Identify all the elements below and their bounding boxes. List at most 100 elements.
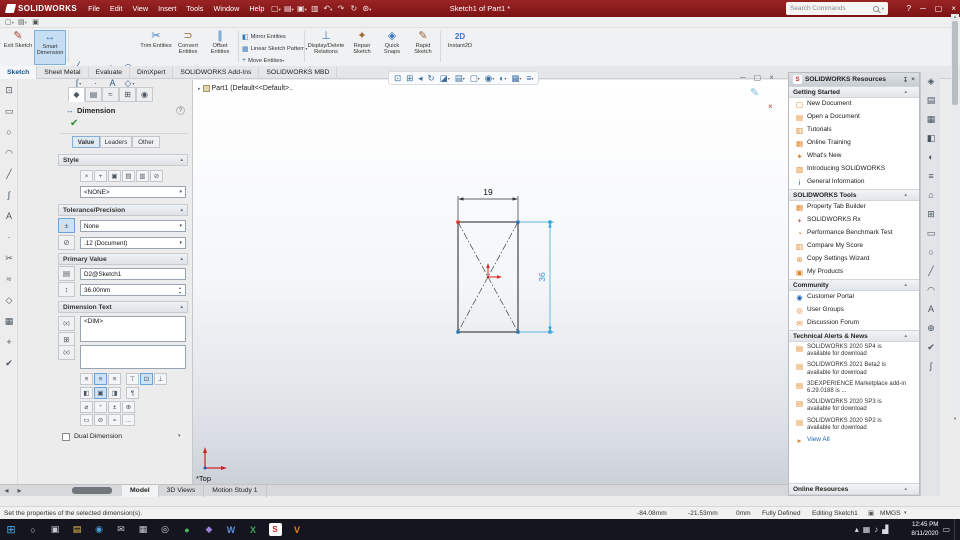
edit-appearance-icon[interactable]: ◐ ▾ <box>497 72 508 84</box>
menu-view[interactable]: View <box>127 0 153 17</box>
dimension-handle[interactable] <box>548 220 552 224</box>
minimize-button[interactable]: ─ <box>920 0 926 17</box>
network-tray-icon[interactable]: ▟ <box>882 525 888 534</box>
text-position-right-button[interactable]: ◨ <box>108 387 121 399</box>
design-library-icon[interactable]: ▤ <box>921 91 941 110</box>
sketch-vertex[interactable] <box>456 330 460 334</box>
spline-icon[interactable]: ∫ <box>0 185 18 206</box>
tab-dimxpert[interactable]: DimXpert <box>130 66 174 79</box>
view-settings-icon[interactable]: ≡ ▾ <box>524 72 535 84</box>
diameter-symbol-button[interactable]: ⌀ <box>80 401 93 413</box>
excel-taskbar-icon[interactable]: X <box>242 519 264 540</box>
sketch-canvas[interactable]: 19 36 <box>430 175 570 345</box>
circle-icon[interactable]: ○ <box>0 122 18 143</box>
tab-sketch[interactable]: Sketch <box>0 66 38 79</box>
style-add-favorite-button[interactable]: + <box>94 170 107 182</box>
appearances-icon[interactable]: ◐ <box>921 148 941 167</box>
spotify-taskbar-icon[interactable]: ● <box>176 519 198 540</box>
mirror-entities-button[interactable]: ◧ Mirror Entities <box>242 31 286 42</box>
instant2d-button[interactable]: 2D Instant2D <box>444 30 476 65</box>
sketch-vertex[interactable] <box>516 330 520 334</box>
style-load-favorite-button[interactable]: ▥ <box>136 170 149 182</box>
section-technical-alerts[interactable]: Technical Alerts & News ▴ <box>789 330 919 342</box>
tab-sheet-metal[interactable]: Sheet Metal <box>37 66 89 79</box>
tab-scroll-left-icon[interactable]: ◂ <box>0 485 13 497</box>
square-symbol-button[interactable]: ▭ <box>80 414 93 426</box>
centerline-symbol-button[interactable]: ⊕ <box>122 401 135 413</box>
online-training-item[interactable]: ▦ Online Training <box>789 137 919 150</box>
move-entities-button[interactable]: + Move Entities ▾ <box>242 55 284 66</box>
search-button[interactable]: ○ <box>22 519 44 540</box>
whats-new-item[interactable]: ✦ What's New <box>789 150 919 163</box>
tutorials-item[interactable]: ▥ Tutorials <box>789 124 919 137</box>
convert-entities-button[interactable]: ⊃ Convert Entities <box>172 30 204 65</box>
dimension-handle[interactable] <box>548 330 552 334</box>
introducing-solidworks-item[interactable]: ▧ Introducing SOLIDWORKS <box>789 163 919 176</box>
scroll-thumb[interactable] <box>952 21 958 105</box>
task-view-button[interactable]: ▣ <box>44 519 66 540</box>
rectangle-icon[interactable]: ▭ <box>0 101 18 122</box>
expand-icon[interactable]: ▾ <box>178 433 181 439</box>
trim-entities-button[interactable]: ✂ Trim Entities <box>140 30 172 65</box>
align-bottom-button[interactable]: ⊥ <box>154 373 167 385</box>
maximize-button[interactable]: ▢ <box>935 0 943 17</box>
text-position-center-button[interactable]: ▣ <box>94 387 107 399</box>
volume-tray-icon[interactable]: ♪ <box>874 525 878 534</box>
section-tolerance-precision[interactable]: Tolerance/Precision ▴ <box>58 204 188 216</box>
dimension-name-field[interactable]: D2@Sketch1 <box>80 268 186 280</box>
onedrive-tray-icon[interactable]: ▦ <box>863 525 871 534</box>
plus-minus-symbol-button[interactable]: ± <box>108 401 121 413</box>
tab-solidworks-add-ins[interactable]: SOLIDWORKS Add-Ins <box>173 66 260 79</box>
justify-center-button[interactable]: ≡ <box>94 373 107 385</box>
style-dropdown[interactable]: <NONE> ▾ <box>80 186 186 198</box>
customer-portal-item[interactable]: ◉ Customer Portal <box>789 291 919 304</box>
check-icon[interactable]: ✔ <box>921 338 941 357</box>
dimension-text-area-2[interactable] <box>80 345 186 369</box>
rect-icon[interactable]: ▭ <box>921 224 941 243</box>
menu-window[interactable]: Window <box>208 0 244 17</box>
apply-scene-icon[interactable]: ▦ ▾ <box>509 72 523 84</box>
justify-left-button[interactable]: ≡ <box>80 373 93 385</box>
pm-tab-leaders[interactable]: Leaders <box>100 136 132 148</box>
open-document-icon[interactable]: ▤▾ <box>282 0 295 18</box>
app-taskbar-icon[interactable]: ◎ <box>154 519 176 540</box>
section-online-resources[interactable]: Online Resources ▴ <box>789 483 919 495</box>
store-taskbar-icon[interactable]: ▦ <box>132 519 154 540</box>
smart-dimension-button[interactable]: ↔ Smart Dimension <box>34 30 66 65</box>
arc-icon[interactable]: ◠ <box>921 281 941 300</box>
discussion-forum-item[interactable]: ✉ Discussion Forum <box>789 317 919 330</box>
text-position-left-button[interactable]: ◧ <box>80 387 93 399</box>
open-file-icon[interactable]: ▤▾ <box>16 17 29 28</box>
view-orientation-icon[interactable]: ▤ ▾ <box>453 72 467 84</box>
pm-tab-value[interactable]: Value <box>72 136 100 148</box>
primary-value-field[interactable]: 36.00mm ▴ ▾ <box>80 284 186 296</box>
print-icon[interactable]: ▥ <box>308 0 321 17</box>
more-symbols-button[interactable]: … <box>122 414 135 426</box>
previous-view-icon[interactable]: ◂ <box>416 72 424 84</box>
spline-icon[interactable]: ∫ <box>921 357 941 376</box>
approx-symbol-button[interactable]: ≈ <box>108 414 121 426</box>
mail-taskbar-icon[interactable]: ✉ <box>110 519 132 540</box>
justify-right-button[interactable]: ≡ <box>108 373 121 385</box>
menu-tools[interactable]: Tools <box>181 0 208 17</box>
hide-show-items-icon[interactable]: ◉ ▾ <box>483 72 496 84</box>
section-community[interactable]: Community ▴ <box>789 279 919 291</box>
confirmation-corner-exit-sketch-icon[interactable]: ✎ <box>750 86 759 99</box>
dimxpertmanager-tab[interactable]: ⊞ <box>119 87 136 102</box>
browser-taskbar-icon[interactable]: ◉ <box>88 519 110 540</box>
pm-help-icon[interactable]: ? <box>176 106 185 115</box>
sketch-origin[interactable] <box>486 263 502 279</box>
zoom-fit-icon[interactable]: ⊡ <box>392 72 403 84</box>
rapid-sketch-button[interactable]: ✎ Rapid Sketch <box>407 30 439 65</box>
help-icon[interactable]: ? <box>907 0 911 17</box>
view-palette-icon[interactable]: ◧ <box>921 129 941 148</box>
rotate-view-icon[interactable]: ↻ <box>426 72 437 84</box>
app-taskbar-icon[interactable]: V <box>286 519 308 540</box>
dimension-height[interactable]: 36 <box>520 220 554 334</box>
displaymanager-tab[interactable]: ◉ <box>136 87 153 102</box>
align-top-button[interactable]: ⊤ <box>126 373 139 385</box>
section-style[interactable]: Style ▴ <box>58 154 188 166</box>
options-icon[interactable]: ⊛▾ <box>360 0 373 18</box>
menu-help[interactable]: Help <box>244 0 269 17</box>
pin-icon[interactable]: ↧ <box>903 76 909 84</box>
